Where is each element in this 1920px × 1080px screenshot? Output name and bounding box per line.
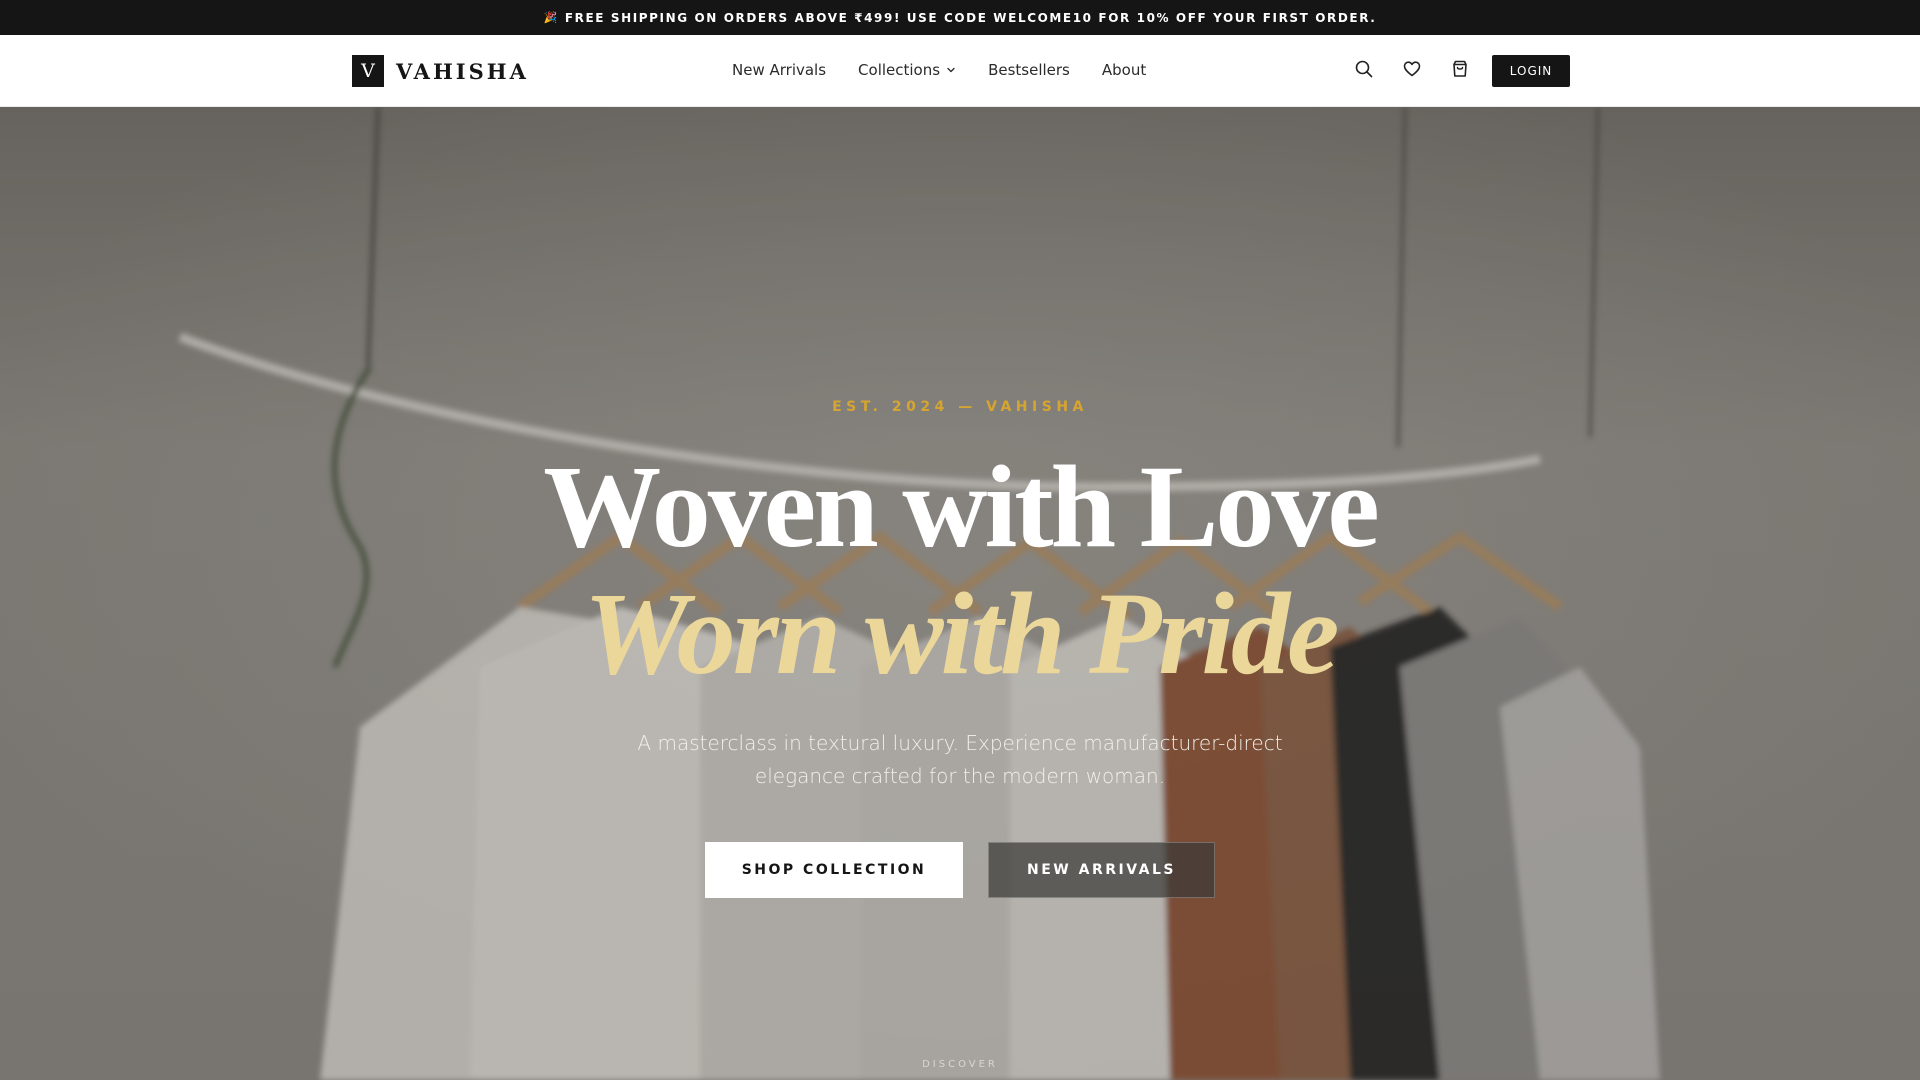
nav-item-collections[interactable]: Collections — [858, 61, 956, 79]
hero-subtext: A masterclass in textural luxury. Experi… — [637, 731, 1283, 788]
header-actions: LOGIN — [1352, 55, 1570, 87]
search-button[interactable] — [1352, 55, 1376, 87]
main-nav: New Arrivals Collections Bestsellers Abo… — [732, 61, 1178, 79]
nav-item-new-arrivals[interactable]: New Arrivals — [732, 61, 826, 79]
logo-mark: V — [352, 55, 384, 87]
announcement-bar: 🎉 FREE SHIPPING ON ORDERS ABOVE ₹499! US… — [0, 0, 1920, 35]
nav-item-label: Bestsellers — [988, 61, 1070, 79]
cart-button[interactable] — [1448, 55, 1472, 87]
hero-eyebrow: EST. 2024 — VAHISHA — [832, 399, 1088, 415]
nav-item-label: Collections — [858, 61, 941, 79]
site-header: V VAHISHA New Arrivals Collections Bests… — [0, 35, 1920, 107]
hero-headline-line2: Worn with Pride — [583, 568, 1340, 699]
hero-content: EST. 2024 — VAHISHA Woven with Love Worn… — [0, 107, 1920, 1080]
wishlist-button[interactable] — [1400, 55, 1424, 87]
logo[interactable]: V VAHISHA — [352, 55, 529, 87]
heart-icon — [1402, 59, 1422, 83]
discover-scroll-hint[interactable]: DISCOVER — [0, 1059, 1920, 1070]
nav-item-bestsellers[interactable]: Bestsellers — [988, 61, 1070, 79]
party-popper-icon: 🎉 — [543, 11, 559, 24]
nav-item-about[interactable]: About — [1102, 61, 1146, 79]
chevron-down-icon — [946, 65, 956, 75]
shop-collection-button[interactable]: SHOP COLLECTION — [705, 842, 963, 898]
nav-item-label: About — [1101, 61, 1147, 79]
search-icon — [1354, 59, 1374, 83]
brand-name: VAHISHA — [396, 58, 529, 84]
hero-section: EST. 2024 — VAHISHA Woven with Love Worn… — [0, 107, 1920, 1080]
hero-cta-group: SHOP COLLECTION NEW ARRIVALS — [705, 842, 1215, 898]
nav-item-label: New Arrivals — [732, 61, 827, 79]
new-arrivals-button[interactable]: NEW ARRIVALS — [988, 842, 1215, 898]
announcement-text: FREE SHIPPING ON ORDERS ABOVE ₹499! USE … — [564, 10, 1377, 25]
shopping-bag-icon — [1450, 59, 1470, 83]
hero-headline-line1: Woven with Love — [543, 441, 1380, 572]
login-button[interactable]: LOGIN — [1492, 55, 1570, 87]
